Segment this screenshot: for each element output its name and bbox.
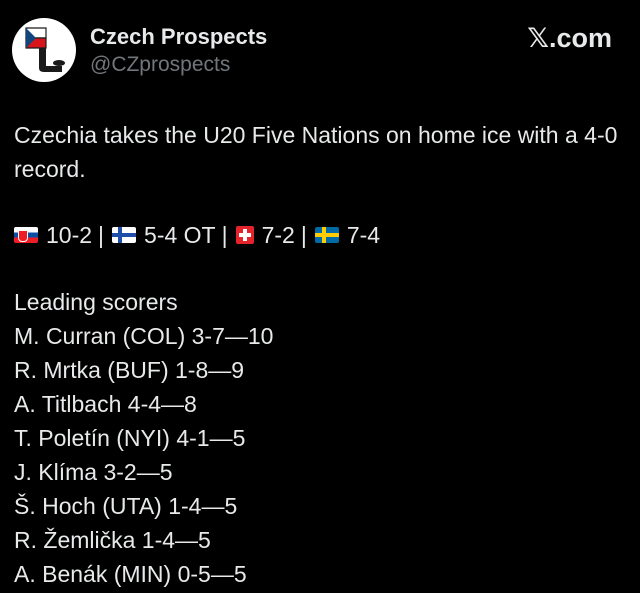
scorer-line: J. Klíma 3-2—5 — [14, 459, 173, 485]
results-line: 10-2 | 5-4 OT | 7-2 | 7-4 — [14, 218, 630, 252]
tweet-body: Czechia takes the U20 Five Nations on ho… — [14, 118, 630, 591]
tweet-intro: Czechia takes the U20 Five Nations on ho… — [14, 122, 618, 182]
x-com-label: .com — [548, 23, 612, 53]
scorer-line: A. Titlbach 4-4—8 — [14, 391, 197, 417]
czech-hockey-stick-logo-icon — [25, 27, 65, 72]
scorer-line: Š. Hoch (UTA) 1-4—5 — [14, 493, 238, 519]
display-name[interactable]: Czech Prospects — [90, 24, 267, 50]
sweden-flag-icon — [314, 227, 339, 243]
switzerland-flag-icon — [235, 226, 254, 244]
result-separator: | — [300, 222, 307, 248]
scorer-line: R. Mrtka (BUF) 1-8—9 — [14, 357, 245, 383]
scorer-line: T. Poletín (NYI) 4-1—5 — [14, 425, 246, 451]
account-handle[interactable]: @CZprospects — [90, 52, 267, 78]
scorer-line: R. Žemlička 1-4—5 — [14, 527, 211, 553]
result-score: 7-2 — [261, 222, 295, 248]
scorer-line: A. Benák (MIN) 0-5—5 — [14, 561, 247, 587]
x-logo-icon: 𝕏 — [527, 23, 549, 54]
result-score: 5-4 OT — [144, 222, 216, 248]
result-score: 7-4 — [346, 222, 381, 248]
tweet-header: Czech Prospects @CZprospects 𝕏.com — [12, 18, 628, 84]
x-com-logo[interactable]: 𝕏.com — [527, 23, 612, 54]
result-score: 10-2 — [46, 222, 93, 248]
result-separator: | — [98, 222, 105, 248]
finland-flag-icon — [112, 227, 137, 243]
scorer-line: M. Curran (COL) 3-7—10 — [14, 323, 274, 349]
result-separator: | — [221, 222, 228, 248]
account-names: Czech Prospects @CZprospects — [90, 24, 267, 78]
scorers-heading: Leading scorers — [14, 289, 178, 315]
slovakia-flag-icon — [14, 227, 38, 243]
avatar[interactable] — [12, 18, 76, 82]
